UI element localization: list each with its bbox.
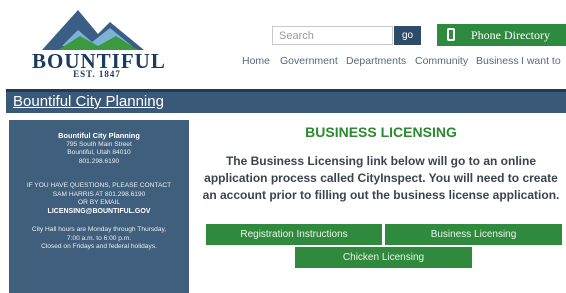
phone-icon	[447, 28, 455, 41]
bountiful-logo[interactable]: BOUNTIFUL EST. 1847	[32, 6, 165, 79]
nav-item-business[interactable]: Business	[476, 55, 519, 71]
nav-item-departments[interactable]: Departments	[346, 55, 406, 71]
nav-item-community[interactable]: Community	[415, 55, 468, 71]
sidebar-hours-line3: Closed on Fridays and federal holidays.	[41, 243, 157, 250]
business-licensing-button[interactable]: Business Licensing	[385, 224, 562, 245]
nav-item-government[interactable]: Government	[280, 55, 338, 71]
sidebar-phone: 801.298.6190	[78, 157, 120, 165]
phone-directory-label: Phone Directory	[471, 28, 550, 42]
sidebar-email[interactable]: LICENSING@BOUNTIFUL.GOV	[9, 208, 189, 217]
page-title[interactable]: Bountiful City Planning	[13, 93, 164, 110]
description-line2: application process called CityInspect. …	[204, 171, 558, 185]
nav-item-i-want-to[interactable]: I want to	[521, 55, 561, 71]
description-line3: an account prior to filling out the busi…	[202, 188, 560, 202]
chicken-licensing-button[interactable]: Chicken Licensing	[295, 247, 472, 268]
section-title-bar: Bountiful City Planning	[6, 89, 566, 113]
phone-directory-button[interactable]: Phone Directory	[437, 24, 566, 46]
search-go-button[interactable]: go	[394, 26, 421, 45]
business-licensing-heading: BUSINESS LICENSING	[305, 124, 457, 140]
nav-item-home[interactable]: Home	[242, 55, 270, 71]
description-line1: The Business Licensing link below will g…	[225, 154, 537, 168]
sidebar-contact-line3: OR BY EMAIL	[77, 199, 121, 206]
sidebar-address-line2: Bountiful, Utah 84010	[67, 149, 131, 156]
sidebar-hours-line2: 7:00 a.m. to 6:00 p.m.	[66, 234, 132, 242]
contact-sidebar: Bountiful City Planning 795 South Main S…	[9, 120, 189, 293]
search-input[interactable]: Search	[272, 26, 393, 45]
sidebar-contact-line1: IF YOU HAVE QUESTIONS, PLEASE CONTACT	[26, 182, 172, 189]
sidebar-title: Bountiful City Planning	[58, 131, 140, 140]
sidebar-address-line1: 795 South Main Street	[66, 140, 132, 148]
sidebar-hours-line1: City Hall hours are Monday through Thurs…	[31, 226, 167, 233]
registration-instructions-button[interactable]: Registration Instructions	[206, 224, 382, 245]
sidebar-contact-line2: SAM HARRIS AT 801.298.6190	[52, 190, 146, 198]
logo-established: EST. 1847	[73, 69, 121, 79]
business-licensing-description: The Business Licensing link below will g…	[196, 153, 566, 204]
